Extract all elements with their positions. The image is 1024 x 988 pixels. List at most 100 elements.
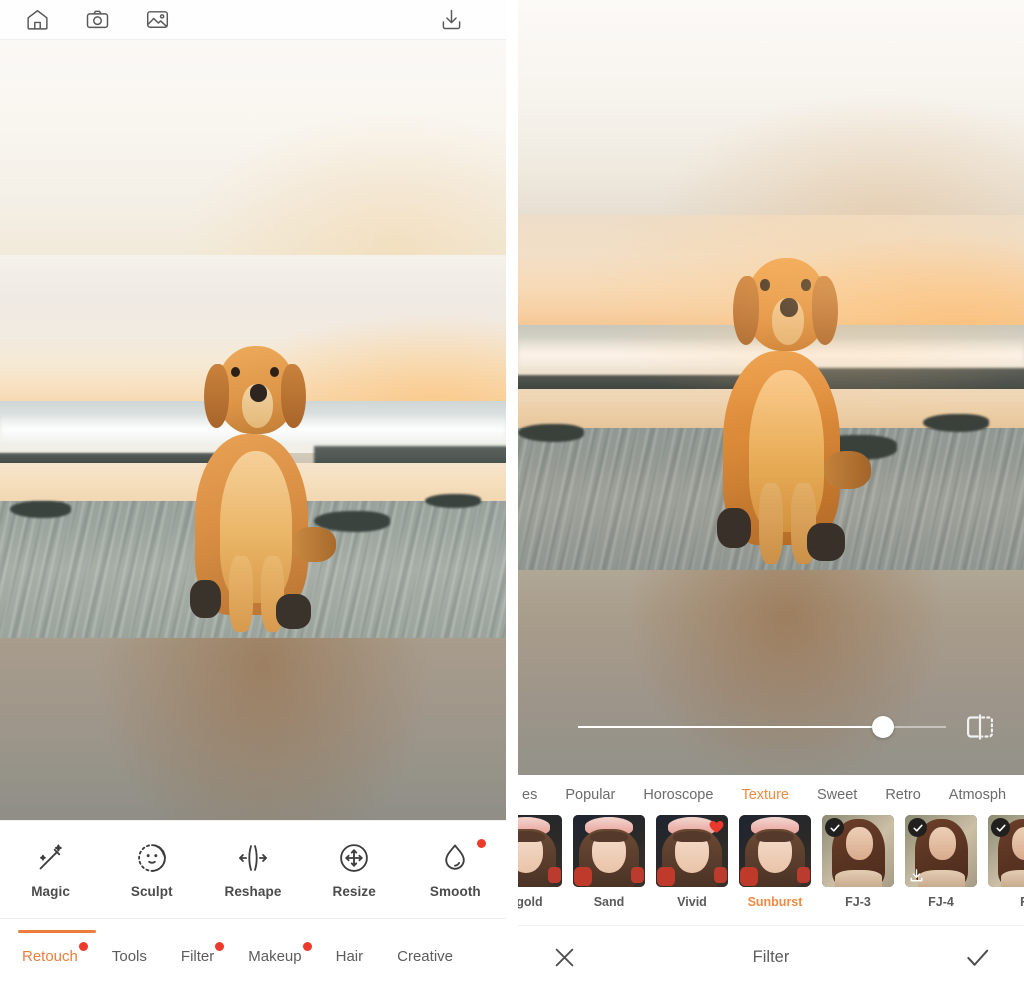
dog-nose <box>249 384 267 402</box>
tab-label: Makeup <box>248 948 302 965</box>
filter-item-sand[interactable]: Sand <box>573 815 645 909</box>
filter-thumbnail-strip[interactable]: egold Sand Vivid <box>518 815 1024 925</box>
filter-name: FJ-4 <box>928 895 954 909</box>
filter-item-egold[interactable]: egold <box>518 815 562 909</box>
filter-thumbnail <box>573 815 645 887</box>
beach-scene <box>0 295 506 638</box>
magic-wand-icon <box>39 843 62 869</box>
photo-original[interactable] <box>0 295 506 638</box>
tab-label: Hair <box>335 948 364 965</box>
download-icon[interactable] <box>436 5 466 35</box>
dog-paw-left <box>189 579 222 618</box>
close-icon[interactable] <box>544 937 584 977</box>
filter-thumbnail <box>518 815 562 887</box>
filter-item-sunburst[interactable]: Sunburst <box>739 815 811 909</box>
tab-filter[interactable]: Filter <box>181 942 225 965</box>
check-badge-icon <box>991 818 1010 837</box>
category-tab-sweet[interactable]: Sweet <box>817 787 857 803</box>
gallery-icon[interactable] <box>142 5 172 35</box>
filter-thumbnail <box>988 815 1024 887</box>
filter-name: egold <box>518 895 543 909</box>
tab-label: Tools <box>111 948 147 965</box>
category-tab-atmosphere[interactable]: Atmosph <box>949 787 1006 803</box>
category-tab-clipped-left[interactable]: es <box>522 787 537 803</box>
dog-subject <box>182 346 339 638</box>
reshape-icon <box>239 844 267 871</box>
filter-name: F <box>1020 895 1024 909</box>
dog-front-leg-left <box>229 556 253 633</box>
screen-divider <box>506 0 518 988</box>
action-bar-title: Filter <box>752 947 790 966</box>
filter-intensity-slider[interactable] <box>534 714 952 740</box>
category-tab-retro[interactable]: Retro <box>885 787 920 803</box>
beach-scene <box>518 215 1024 570</box>
top-toolbar <box>0 0 506 40</box>
filter-item-fj3[interactable]: FJ-3 <box>822 815 894 909</box>
download-badge-icon[interactable] <box>908 867 925 884</box>
dog-nose <box>779 298 798 317</box>
tab-tools[interactable]: Tools <box>112 942 147 965</box>
filter-thumbnail <box>822 815 894 887</box>
filter-item-clipped-right[interactable]: F <box>988 815 1024 909</box>
filter-name: Sunburst <box>747 895 803 909</box>
right-phone-screen: es Popular Horoscope Texture Sweet Retro… <box>518 0 1024 988</box>
heart-icon <box>708 818 725 835</box>
filter-category-strip[interactable]: es Popular Horoscope Texture Sweet Retro… <box>518 775 1024 815</box>
filter-item-fj4[interactable]: FJ-4 <box>905 815 977 909</box>
check-badge-icon <box>825 818 844 837</box>
dog-ear-right <box>812 276 839 346</box>
dog-ear-left <box>732 276 759 346</box>
resize-icon <box>340 843 368 872</box>
tool-badge-dot <box>477 838 487 848</box>
filter-intensity-slider-row <box>518 707 1024 747</box>
filter-thumbnail <box>656 815 728 887</box>
dog-paw-left <box>716 507 751 549</box>
dog-front-leg-left <box>758 482 784 564</box>
dog-subject <box>710 257 872 570</box>
editor-canvas-filtered[interactable] <box>518 0 1024 775</box>
tool-label: Reshape <box>224 883 282 899</box>
rock <box>922 413 989 432</box>
tool-label: Smooth <box>429 883 481 899</box>
tool-reshape[interactable]: Reshape <box>210 841 296 899</box>
category-tab-horoscope[interactable]: Horoscope <box>643 787 713 803</box>
category-tabbar: Retouch Tools Filter Makeup Hair Creativ… <box>0 918 506 988</box>
tool-label: Sculpt <box>130 883 173 899</box>
dual-screenshot-composite: Magic Sculpt Reshape Resize Smooth Retou… <box>0 0 1024 988</box>
compare-split-icon[interactable] <box>952 707 1008 747</box>
camera-icon[interactable] <box>82 5 112 35</box>
category-tab-texture[interactable]: Texture <box>741 787 789 803</box>
slider-knob[interactable] <box>872 716 895 738</box>
tab-retouch[interactable]: Retouch <box>18 930 96 965</box>
dog-eye-right <box>800 279 811 291</box>
dog-ear-left <box>204 363 230 429</box>
filter-item-vivid[interactable]: Vivid <box>656 815 728 909</box>
left-phone-screen: Magic Sculpt Reshape Resize Smooth Retou… <box>0 0 506 988</box>
tab-makeup[interactable]: Makeup <box>248 942 312 965</box>
smooth-droplet-icon <box>445 844 466 870</box>
tool-sculpt[interactable]: Sculpt <box>109 841 195 899</box>
filter-thumbnail <box>905 815 977 887</box>
rock <box>10 500 71 518</box>
tab-creative[interactable]: Creative <box>397 942 453 965</box>
rock <box>425 493 481 508</box>
tool-resize[interactable]: Resize <box>311 841 397 899</box>
dog-ear-right <box>280 363 307 429</box>
active-tab-underline <box>18 930 96 933</box>
canvas-blur-top <box>518 0 1024 216</box>
photo-filtered[interactable] <box>518 215 1024 570</box>
tab-badge-dot <box>215 942 225 951</box>
check-icon[interactable] <box>958 937 998 977</box>
dog-tail <box>291 527 336 563</box>
tool-smooth[interactable]: Smooth <box>412 838 498 899</box>
dog-paw-right <box>807 523 845 561</box>
category-tab-popular[interactable]: Popular <box>565 787 615 803</box>
editor-canvas-original[interactable] <box>0 40 506 820</box>
tab-label: Creative <box>397 948 453 965</box>
canvas-blur-top <box>0 40 506 255</box>
home-icon[interactable] <box>22 5 52 35</box>
tab-hair[interactable]: Hair <box>336 942 364 965</box>
dog-paw-right <box>276 594 311 630</box>
tool-magic[interactable]: Magic <box>8 841 94 899</box>
filter-name: Sand <box>593 895 625 909</box>
